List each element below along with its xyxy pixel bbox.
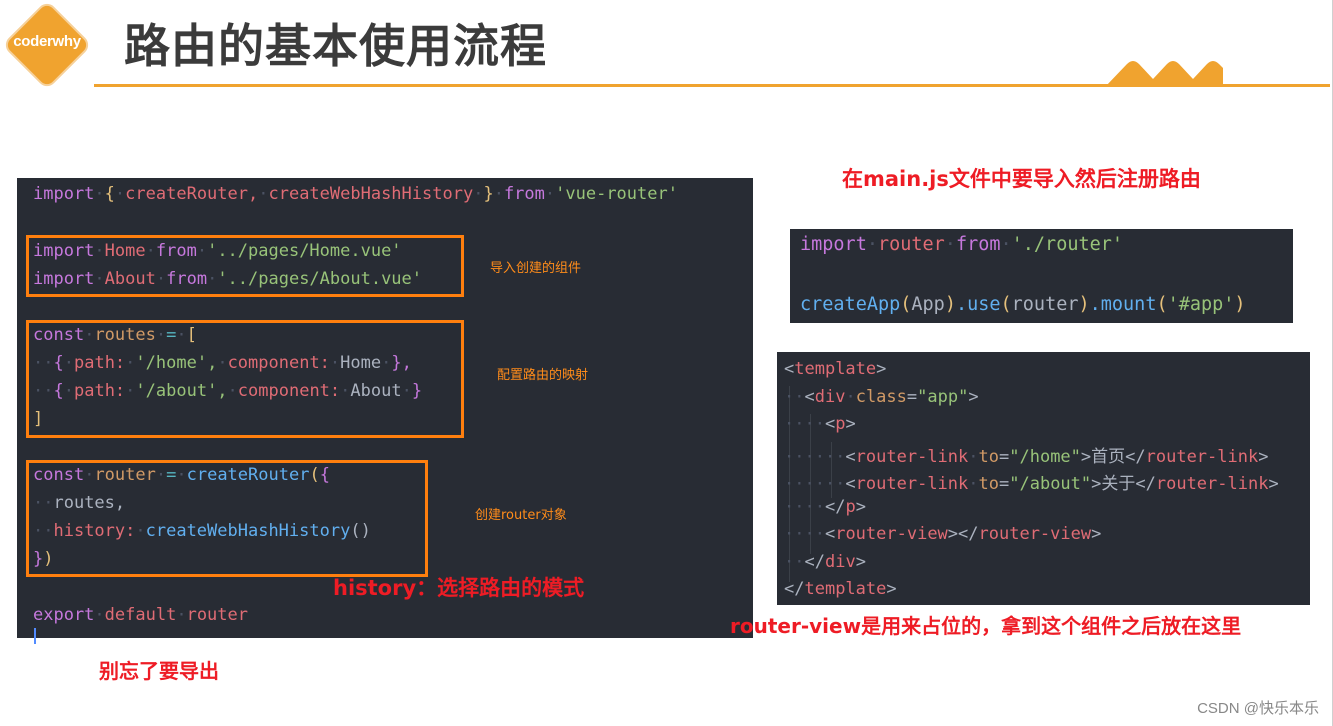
token: from <box>955 234 1001 255</box>
token: import <box>33 184 95 204</box>
note-history-mode: history：选择路由的模式 <box>333 576 585 600</box>
token: </ <box>804 552 825 572</box>
token: div <box>814 387 846 407</box>
code-line-router-link-about: ······<router-link·to="/about">关于</route… <box>784 474 1279 494</box>
token: >关于</ <box>1091 474 1156 494</box>
note-router-view: router-view是用来占位的，拿到这个组件之后放在这里 <box>730 614 1242 638</box>
token: "/home" <box>1009 447 1081 467</box>
token: router-link <box>855 447 969 467</box>
token: router-link <box>1145 447 1259 467</box>
code-line-p-open: ····<p> <box>784 414 856 434</box>
token: ( <box>900 294 912 315</box>
token: } <box>483 184 494 204</box>
token: > <box>845 414 856 434</box>
token: router <box>186 605 248 625</box>
token: < <box>784 359 795 379</box>
code-line-export: export·default·router <box>33 605 248 625</box>
token: div <box>824 552 856 572</box>
token: ></ <box>947 524 979 544</box>
token: default <box>104 605 177 625</box>
note-import-components: 导入创建的组件 <box>490 261 582 276</box>
token: router-link <box>855 474 969 494</box>
token: class <box>855 387 907 407</box>
token: ( <box>1156 294 1168 315</box>
note-route-mapping: 配置路由的映射 <box>497 368 589 383</box>
highlight-box-imports <box>26 235 464 297</box>
code-line-template-open: <template> <box>784 359 886 379</box>
token: > <box>876 359 887 379</box>
main-js-heading: 在main.js文件中要导入然后注册路由 <box>842 167 1201 191</box>
main-js-code-panel: import·router·from·'./router' createApp(… <box>790 229 1293 323</box>
token: 'vue-router' <box>555 184 678 204</box>
note-create-router: 创建router对象 <box>475 508 567 523</box>
token: "app" <box>917 387 969 407</box>
token: > <box>1091 524 1102 544</box>
token: = <box>906 387 918 407</box>
token: > <box>855 552 866 572</box>
code-line-create-app: createApp(App).use(router).mount('#app') <box>800 294 1246 315</box>
token: </ <box>824 497 846 517</box>
token: < <box>845 447 856 467</box>
token: </ <box>784 579 805 599</box>
token: export <box>33 605 95 625</box>
token: template <box>794 359 877 379</box>
code-line-p-close: ····</p> <box>784 497 866 517</box>
csdn-watermark: CSDN @快乐本乐 <box>1197 700 1319 717</box>
token: to <box>978 447 999 467</box>
token: ( <box>1000 294 1012 315</box>
token: "/about" <box>1009 474 1092 494</box>
token: .mount <box>1089 294 1157 315</box>
token: router <box>1011 294 1079 315</box>
token: createWebHashHistory <box>268 184 474 204</box>
note-export-reminder: 别忘了要导出 <box>99 659 219 683</box>
token: > <box>968 387 979 407</box>
token: { <box>104 184 115 204</box>
token: './router' <box>1011 234 1124 255</box>
token: router-view <box>978 524 1092 544</box>
token: > <box>1258 447 1269 467</box>
token: > <box>855 497 866 517</box>
highlight-box-routes <box>26 320 464 438</box>
token: template <box>804 579 887 599</box>
code-line-router-link-home: ······<router-link·to="/home">首页</router… <box>784 447 1269 467</box>
page-title: 路由的基本使用流程 <box>124 19 547 73</box>
highlight-box-create-router <box>26 460 428 577</box>
code-line-import-vue-router: import·{·createRouter,·createWebHashHist… <box>33 184 678 204</box>
token: >首页</ <box>1080 447 1146 467</box>
token: > <box>1268 474 1279 494</box>
token: '#app' <box>1167 294 1235 315</box>
token: = <box>999 474 1010 494</box>
token: ) <box>1078 294 1090 315</box>
token: < <box>804 387 815 407</box>
token: ) <box>1234 294 1246 315</box>
token: < <box>845 474 856 494</box>
template-code-panel: <template> ··<div·class="app"> ····<p> ·… <box>777 352 1310 605</box>
token: ) <box>944 294 956 315</box>
token: < <box>824 414 836 434</box>
token: p <box>835 414 846 434</box>
code-line-import-router: import·router·from·'./router' <box>800 234 1124 255</box>
token: .use <box>955 294 1001 315</box>
token: router-view <box>835 524 948 544</box>
code-line-div-open: ··<div·class="app"> <box>784 387 979 407</box>
text-cursor <box>34 628 36 644</box>
token: router-link <box>1155 474 1269 494</box>
token: p <box>845 497 856 517</box>
token: to <box>978 474 999 494</box>
token: > <box>886 579 897 599</box>
coderwhy-logo: coderwhy <box>4 2 90 88</box>
token: router <box>877 234 945 255</box>
token: < <box>824 524 836 544</box>
token: createRouter, <box>125 184 259 204</box>
token: = <box>999 447 1010 467</box>
logo-text: coderwhy <box>13 33 81 50</box>
token: App <box>911 294 945 315</box>
token: import <box>800 234 867 255</box>
mountains-decoration-icon <box>1105 61 1223 87</box>
code-line-div-close: ··</div> <box>784 552 866 572</box>
code-line-router-view: ····<router-view></router-view> <box>784 524 1102 544</box>
token: from <box>503 184 545 204</box>
code-line-template-close: </template> <box>784 579 897 599</box>
token: createApp <box>800 294 901 315</box>
